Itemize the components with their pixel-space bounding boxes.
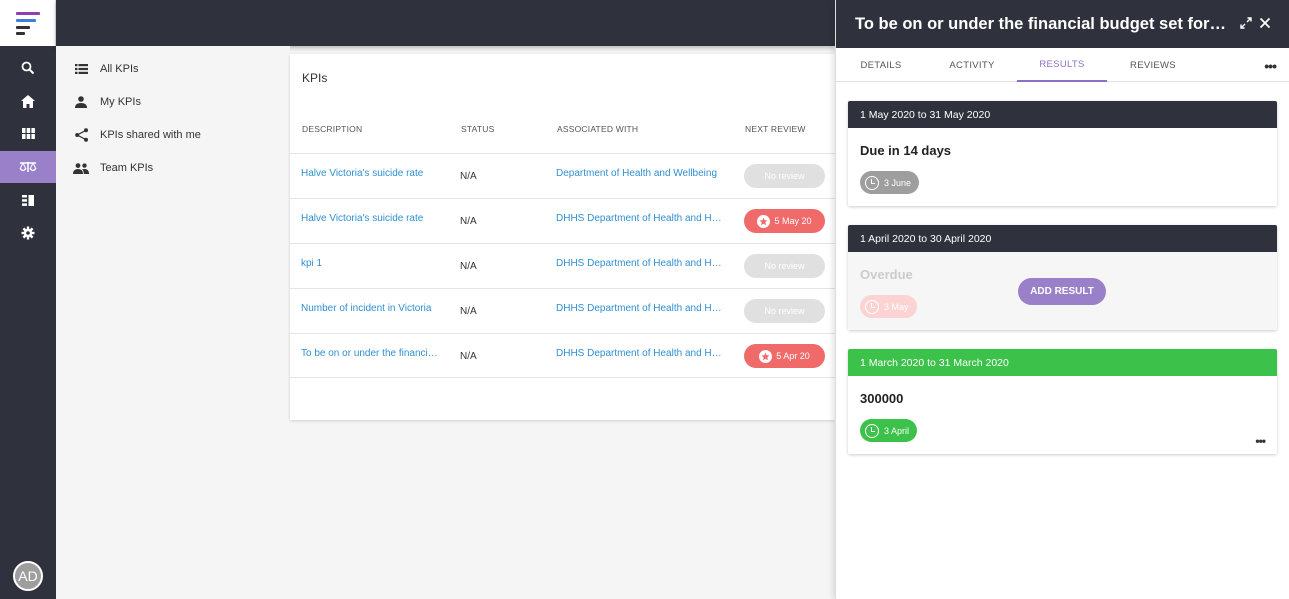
due-date-chip: 3 May [860,295,917,318]
kpi-description-link[interactable]: Number of incident in Victoria [301,303,441,314]
kpi-associated-link[interactable]: DHHS Department of Health and Human Serv… [556,258,724,269]
kpi-status: N/A [460,351,477,362]
due-date-label: 3 April [884,425,910,436]
result-card: 1 April 2020 to 30 April 2020 Overdue 3 … [848,225,1277,330]
kpi-description-link[interactable]: Halve Victoria's suicide rate [301,168,441,179]
kpi-description-link[interactable]: kpi 1 [301,258,441,269]
subnav-item-shared-kpis[interactable]: KPIs shared with me [72,125,201,145]
subnav-item-my-kpis[interactable]: My KPIs [72,92,141,112]
close-icon[interactable] [1257,14,1273,32]
tab-results[interactable]: RESULTS [1017,48,1107,82]
scales-icon[interactable] [0,151,56,183]
table-divider [290,377,835,378]
apps-grid-icon[interactable] [0,117,56,149]
expand-icon[interactable] [1238,14,1254,32]
group-icon [72,159,90,177]
review-alert-icon [759,349,773,363]
review-badge[interactable]: 5 May 20 [744,209,825,233]
column-header-status[interactable]: STATUS [461,124,494,134]
review-badge-label: No review [764,171,805,181]
subnav-item-all-kpis[interactable]: All KPIs [72,59,139,79]
kpi-associated-link[interactable]: DHHS Department of Health and Human Serv… [556,213,724,224]
page-title: KPIs [302,71,328,85]
review-badge-label: 5 May 20 [774,216,812,226]
result-card: 1 May 2020 to 31 May 2020 Due in 14 days… [848,101,1277,206]
review-badge-label: No review [764,306,805,316]
result-period: 1 March 2020 to 31 March 2020 [848,349,1277,376]
due-date-label: 3 June [884,177,912,188]
kpi-status: N/A [460,306,477,317]
table-row[interactable]: kpi 1 N/A DHHS Department of Health and … [290,243,835,288]
logo-bar-3 [16,26,30,29]
column-header-next-review[interactable]: NEXT REVIEW [745,124,806,134]
review-badge-label: No review [764,261,805,271]
result-value: 300000 [860,391,904,406]
panel-header: To be on or under the financial budget s… [836,0,1289,48]
review-badge-label: 5 Apr 20 [776,351,810,361]
avatar[interactable]: AD [13,561,43,591]
kpi-detail-panel: To be on or under the financial budget s… [835,0,1289,599]
logo-bar-1 [16,12,40,15]
due-date-chip: 3 April [860,419,918,442]
clock-icon [865,299,879,314]
search-icon[interactable] [0,52,56,84]
table-row[interactable]: To be on or under the financial budget N… [290,333,835,378]
review-alert-icon [757,214,771,228]
share-icon [72,126,90,144]
due-date-chip: 3 June [860,171,920,194]
logo-bar-2 [16,19,36,22]
clock-icon [865,175,879,190]
result-period: 1 May 2020 to 31 May 2020 [848,101,1277,128]
panel-title: To be on or under the financial budget s… [855,15,1227,33]
kpi-associated-link[interactable]: Department of Health and Wellbeing [556,168,724,179]
subnav-label: KPIs shared with me [100,129,201,141]
review-badge[interactable]: 5 Apr 20 [744,344,825,368]
add-result-button[interactable]: ADD RESULT [1018,278,1106,305]
more-options-button[interactable]: ••• [1264,58,1277,74]
table-row[interactable]: Halve Victoria's suicide rate N/A Depart… [290,153,835,198]
logo-bar-4 [16,32,25,35]
list-view-icon[interactable] [0,184,56,216]
tab-details[interactable]: DETAILS [844,48,918,82]
review-badge[interactable]: No review [744,299,825,323]
tab-reviews[interactable]: REVIEWS [1116,48,1190,82]
app-logo[interactable] [0,0,56,46]
home-icon[interactable] [0,85,56,117]
subnav-label: Team KPIs [100,162,154,174]
column-header-description[interactable]: DESCRIPTION [302,124,362,134]
subnav-label: All KPIs [100,63,139,75]
top-bar [56,0,835,46]
kpi-status: N/A [460,171,477,182]
person-icon [72,93,90,111]
column-header-associated[interactable]: ASSOCIATED WITH [557,124,638,134]
kpi-subnav: All KPIs My KPIs KPIs shared with me Tea… [56,46,290,599]
kpi-status: N/A [460,216,477,227]
kpi-status: N/A [460,261,477,272]
panel-tabs: DETAILS ACTIVITY RESULTS REVIEWS ••• [836,48,1289,82]
tab-activity[interactable]: ACTIVITY [935,48,1009,82]
kpi-description-link[interactable]: Halve Victoria's suicide rate [301,213,441,224]
kpi-description-link[interactable]: To be on or under the financial budget [301,348,441,359]
kpi-associated-link[interactable]: DHHS Department of Health and Human Serv… [556,348,724,359]
left-rail: AD [0,0,56,599]
list-icon [72,60,90,78]
gear-icon[interactable] [0,217,56,249]
review-badge[interactable]: No review [744,254,825,278]
due-date-label: 3 May [884,301,909,312]
review-badge[interactable]: No review [744,164,825,188]
kpi-associated-link[interactable]: DHHS Department of Health and Human Serv… [556,303,724,314]
result-period: 1 April 2020 to 30 April 2020 [848,225,1277,252]
table-row[interactable]: Number of incident in Victoria N/A DHHS … [290,288,835,333]
result-title: Overdue [860,267,913,282]
clock-icon [865,423,879,438]
result-card: 1 March 2020 to 31 March 2020 300000 3 A… [848,349,1277,454]
kpi-table-card: KPIs DESCRIPTION STATUS ASSOCIATED WITH … [290,54,835,420]
result-more-button[interactable]: ••• [1255,434,1266,448]
subnav-label: My KPIs [100,96,141,108]
result-title: Due in 14 days [860,143,952,158]
subnav-item-team-kpis[interactable]: Team KPIs [72,158,153,178]
table-row[interactable]: Halve Victoria's suicide rate N/A DHHS D… [290,198,835,243]
